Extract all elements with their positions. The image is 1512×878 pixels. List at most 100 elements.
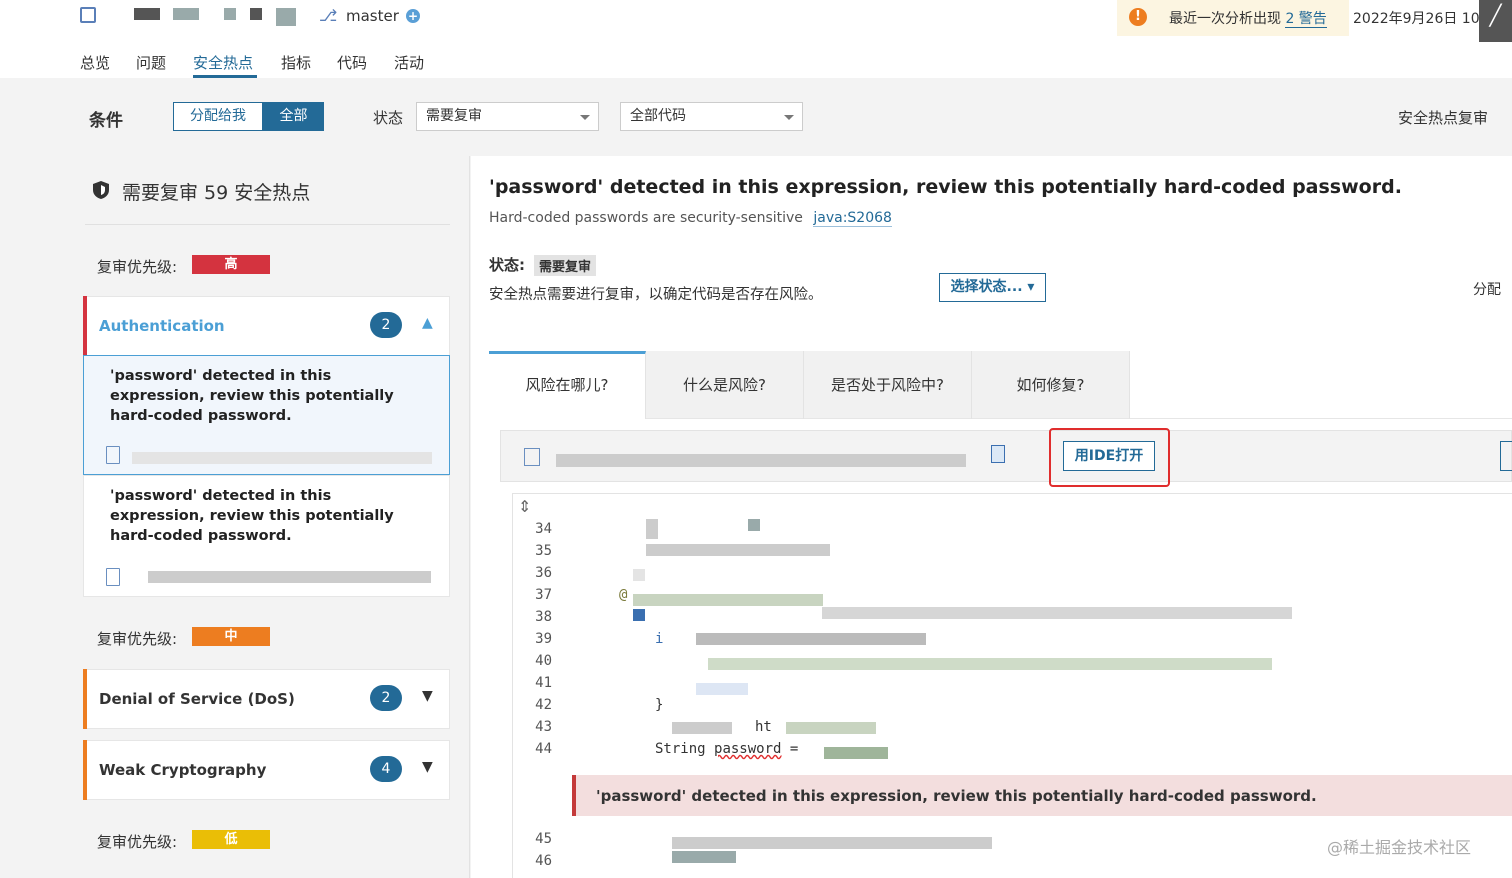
chevron-down-icon[interactable]: ▼ <box>422 759 433 775</box>
status-select-value: 需要复审 <box>426 108 482 124</box>
category-weak-crypto[interactable]: Weak Cryptography 4 ▼ <box>83 740 450 800</box>
hotspot-subtitle: Hard-coded passwords are security-sensit… <box>489 210 892 227</box>
file-path-blurred <box>132 452 432 464</box>
branch-name[interactable]: master <box>346 7 399 25</box>
project-name-blurred[interactable] <box>134 8 160 20</box>
line-number: 43 <box>535 719 552 735</box>
nav-tab-activity[interactable]: 活动 <box>394 52 424 73</box>
line-number: 34 <box>535 521 552 537</box>
category-name: Weak Cryptography <box>99 761 267 779</box>
category-priority-bar <box>83 740 87 800</box>
scope-select[interactable]: 全部代码 <box>620 102 803 131</box>
code-blurred <box>822 607 1292 619</box>
code-blurred <box>748 519 760 531</box>
code-blurred <box>708 658 1272 670</box>
line-number: 42 <box>535 697 552 713</box>
code-blurred <box>696 683 748 695</box>
code-blurred <box>633 609 645 621</box>
choose-state-button[interactable]: 选择状态... ▾ <box>939 273 1046 302</box>
line-number: 38 <box>535 609 552 625</box>
line-number: 41 <box>535 675 552 691</box>
priority-label-high: 复审优先级: <box>97 258 178 276</box>
line-number: 46 <box>535 853 552 869</box>
line-number: 39 <box>535 631 552 647</box>
nav-tab-overview[interactable]: 总览 <box>80 52 110 73</box>
priority-badge-high: 高 <box>192 255 270 274</box>
category-priority-bar <box>83 296 87 356</box>
code-type: String <box>655 741 706 757</box>
nav-tab-measures[interactable]: 指标 <box>281 52 311 73</box>
toggle-all[interactable]: 全部 <box>263 102 324 131</box>
nav-tab-code[interactable]: 代码 <box>337 52 367 73</box>
tab-how-to-fix[interactable]: 如何修复? <box>972 351 1130 419</box>
file-icon <box>524 448 540 466</box>
hotspot-item-message: 'password' detected in this expression, … <box>110 488 394 544</box>
code-blurred <box>646 544 830 556</box>
category-count: 2 <box>370 312 402 338</box>
line-number: 35 <box>535 543 552 559</box>
project-name-blurred <box>173 8 199 20</box>
hotspot-item-message: 'password' detected in this expression, … <box>110 368 394 424</box>
file-icon <box>106 446 120 464</box>
code-blurred <box>672 851 736 863</box>
project-name-blurred <box>250 8 262 20</box>
category-count: 2 <box>370 685 402 711</box>
code-blurred <box>646 519 658 539</box>
hotspot-review-link[interactable]: 安全热点复审 <box>1398 107 1488 128</box>
shield-icon <box>93 181 109 199</box>
priority-badge-low: 低 <box>192 830 270 849</box>
code-keyword: i <box>655 631 664 647</box>
chevron-up-icon[interactable]: ▲ <box>422 315 433 331</box>
open-in-ide-button[interactable]: 用IDE打开 <box>1063 441 1155 471</box>
status-select[interactable]: 需要复审 <box>416 102 599 131</box>
category-dos[interactable]: Denial of Service (DoS) 2 ▼ <box>83 669 450 729</box>
divider <box>1130 418 1512 419</box>
category-authentication[interactable]: Authentication 2 ▲ <box>83 296 450 356</box>
toolbar-button-partial[interactable] <box>1500 441 1512 471</box>
code-blurred <box>672 722 732 734</box>
category-count: 4 <box>370 756 402 782</box>
code-blurred <box>633 569 645 581</box>
assign-label[interactable]: 分配 <box>1473 279 1501 299</box>
line-number: 44 <box>535 741 552 757</box>
line-number: 36 <box>535 565 552 581</box>
warning-link[interactable]: 2 警告 <box>1285 11 1327 28</box>
active-tab-underline <box>193 75 257 78</box>
expand-lines-icon[interactable]: ⇕ <box>518 497 531 516</box>
chevron-down-icon[interactable]: ▼ <box>422 688 433 704</box>
code-blurred <box>696 633 926 645</box>
line-number: 45 <box>535 831 552 847</box>
file-icon <box>106 568 120 586</box>
code-brace: } <box>655 697 664 713</box>
copy-path-icon[interactable] <box>991 445 1005 463</box>
plus-icon[interactable]: + <box>406 9 420 23</box>
rule-link[interactable]: java:S2068 <box>813 210 892 227</box>
close-icon[interactable]: ╱ <box>1479 0 1512 42</box>
project-icon <box>80 7 96 23</box>
code-operator: = <box>781 741 799 757</box>
nav-tab-hotspots[interactable]: 安全热点 <box>193 52 253 73</box>
line-number: 40 <box>535 653 552 669</box>
warning-prefix: 最近一次分析出现 <box>1169 11 1281 27</box>
category-name: Authentication <box>99 317 225 335</box>
hotspot-item[interactable]: 'password' detected in this expression, … <box>83 355 450 475</box>
sidebar-title: 需要复审 59 安全热点 <box>122 182 311 204</box>
hotspot-item[interactable]: 'password' detected in this expression, … <box>83 475 450 597</box>
nav-tab-issues[interactable]: 问题 <box>136 52 166 73</box>
tab-what-is-risk[interactable]: 什么是风险? <box>646 351 804 419</box>
tab-are-you-at-risk[interactable]: 是否处于风险中? <box>804 351 972 419</box>
code-variable: password <box>714 741 782 757</box>
file-path-blurred <box>556 454 966 467</box>
code-blurred <box>672 837 992 849</box>
status-filter-label: 状态 <box>373 109 404 127</box>
toggle-assigned-to-me[interactable]: 分配给我 <box>173 102 263 131</box>
tab-where-is-risk[interactable]: 风险在哪儿? <box>489 351 646 419</box>
state-description: 安全热点需要进行复审，以确定代码是否存在风险。 <box>489 287 823 303</box>
filter-label: 条件 <box>89 111 123 131</box>
warning-icon: ! <box>1129 8 1147 26</box>
code-annotation: @ <box>619 587 628 603</box>
priority-label-medium: 复审优先级: <box>97 630 178 648</box>
category-priority-bar <box>83 669 87 729</box>
line-number: 37 <box>535 587 552 603</box>
code-line-44: String password = <box>655 741 798 757</box>
